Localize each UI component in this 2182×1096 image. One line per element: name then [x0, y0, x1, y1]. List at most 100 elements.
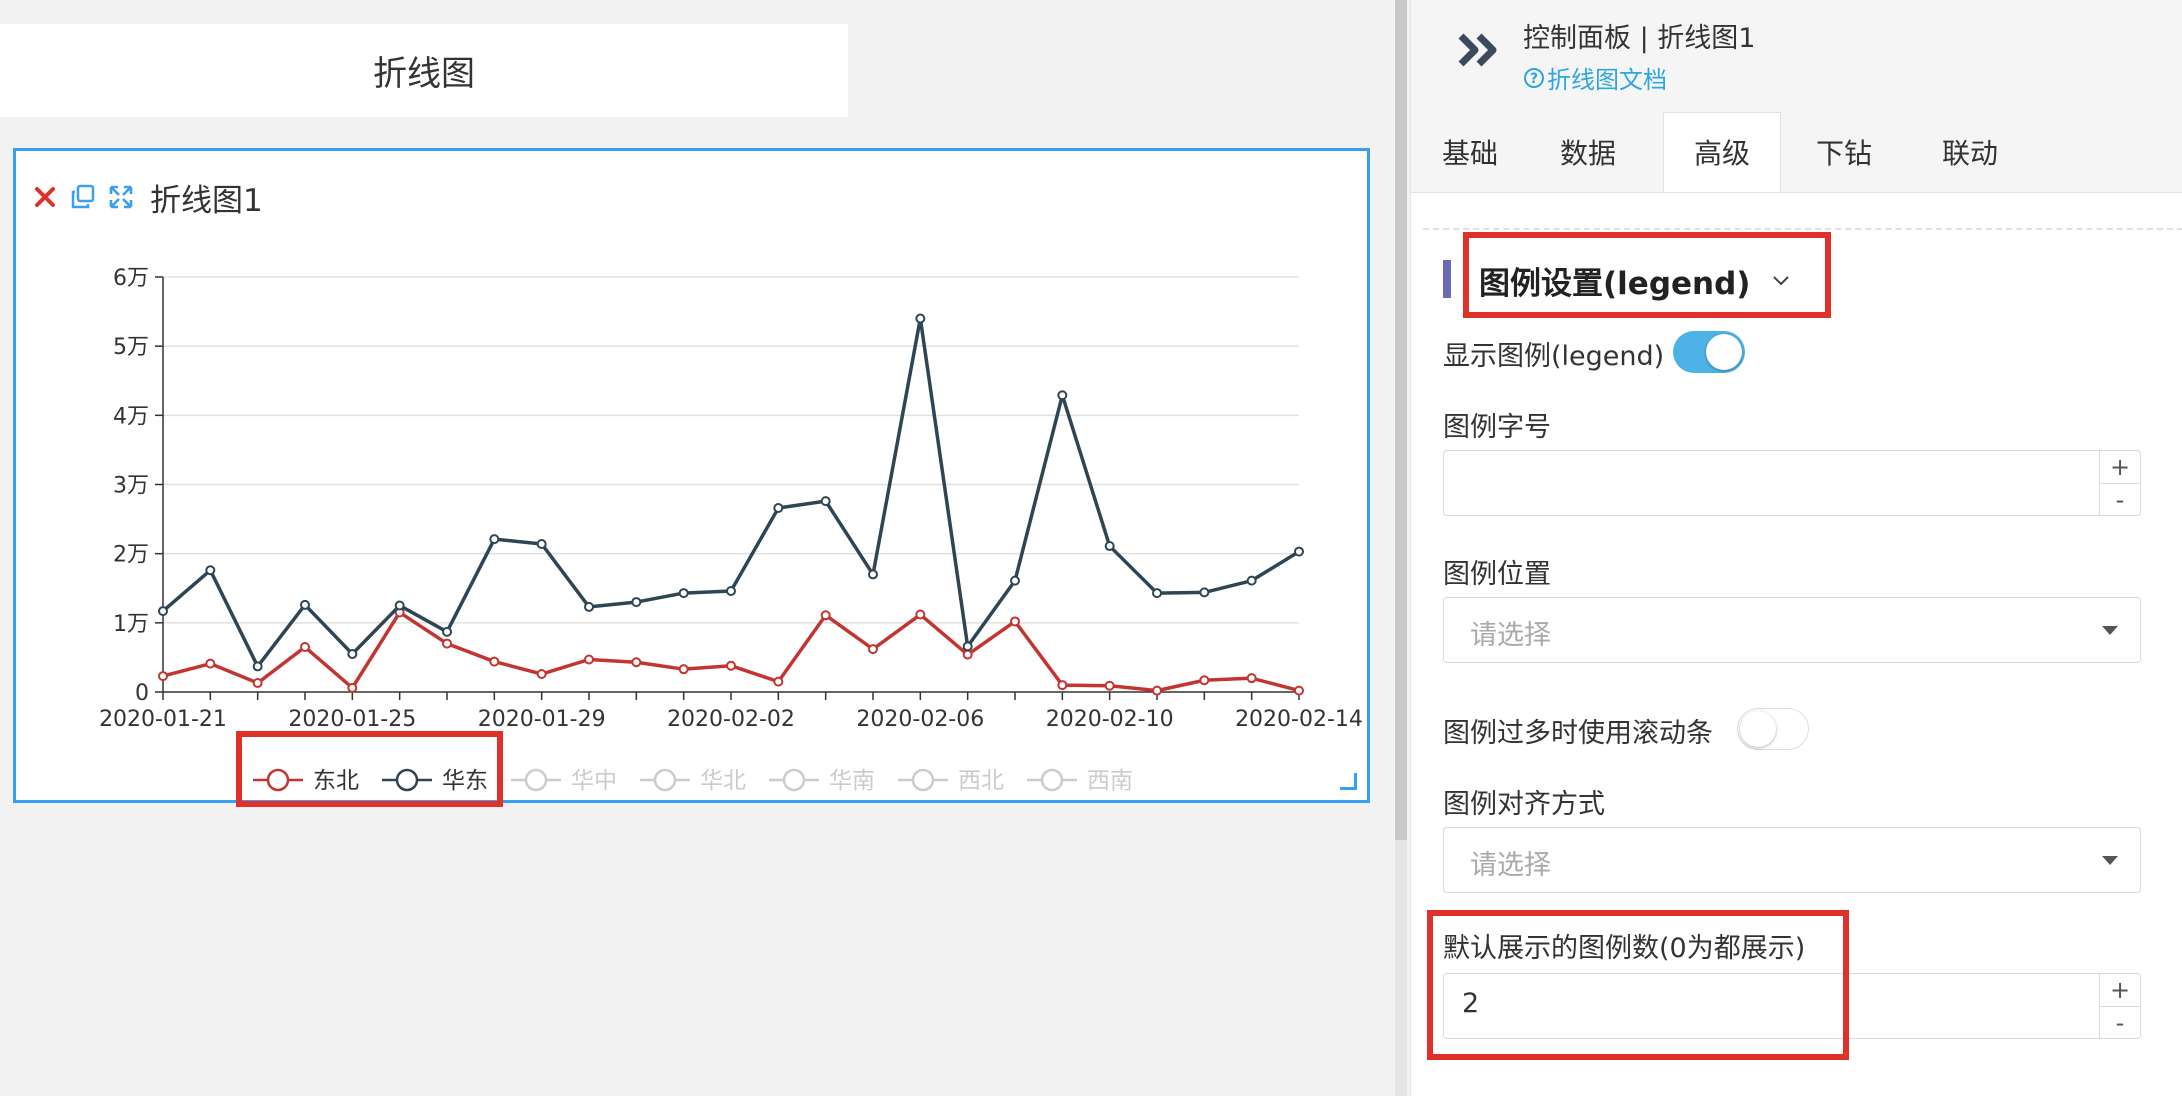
chart-panel[interactable]: 0 1万 2万 3万 4万 5万 6万 2020-01-21 2020-01-25 2020-01…: [13, 148, 1370, 803]
stepper-controls: + -: [2099, 974, 2140, 1038]
data-point: [962, 641, 973, 652]
tab-label: 高级: [1693, 137, 1750, 170]
title-card[interactable]: 折线图: [0, 24, 848, 117]
data-point: [773, 676, 784, 687]
data-point: [205, 565, 216, 576]
data-point: [1152, 588, 1162, 599]
default-count-value: 2: [1462, 988, 1480, 1019]
tab-label: 联动: [1941, 137, 1998, 170]
scroll-toggle[interactable]: [1737, 708, 1809, 750]
align-select[interactable]: 请选择: [1443, 827, 2141, 893]
default-count-stepper[interactable]: 2 + -: [1443, 973, 2141, 1039]
font-size-stepper[interactable]: + -: [1443, 450, 2141, 516]
decrement-button[interactable]: -: [2100, 1006, 2140, 1039]
panel-title: 控制面板 | 折线图1: [1523, 23, 1756, 54]
x-tick-label: 2020-01-29: [478, 707, 606, 732]
data-point: [584, 654, 594, 665]
toggle-knob: [1706, 334, 1742, 370]
section-title-text: 图例设置(legend): [1479, 266, 1751, 302]
y-tick-label: 0: [135, 681, 149, 706]
doc-link-label: 折线图文档: [1547, 66, 1667, 94]
default-count-label: 默认展示的图例数(0为都展示): [1443, 933, 1806, 964]
legend-marker: [395, 768, 419, 792]
decrement-button[interactable]: -: [2100, 483, 2140, 516]
tab-basic[interactable]: 基础: [1411, 112, 1529, 192]
scrollbar-track[interactable]: [1395, 840, 1407, 1096]
doc-link[interactable]: ? 折线图文档: [1523, 60, 1667, 95]
data-point: [1104, 680, 1115, 691]
control-panel: 控制面板 | 折线图1 ? 折线图文档 基础 数据 高级 下钻 联动 图例设置(…: [1410, 0, 2182, 1096]
legend-marker: [1040, 768, 1064, 792]
data-point: [158, 671, 168, 682]
data-point: [820, 610, 831, 621]
scrollbar-thumb[interactable]: [1395, 0, 1407, 840]
data-point: [915, 313, 926, 324]
data-point: [631, 597, 642, 608]
data-point: [962, 649, 973, 660]
series-line-华东: [161, 316, 1300, 669]
data-point: [1057, 680, 1068, 691]
data-point: [1057, 390, 1068, 401]
increment-button[interactable]: +: [2100, 451, 2140, 483]
y-tick-label: 3万: [113, 474, 149, 499]
data-point: [1199, 675, 1210, 686]
data-point: [820, 496, 831, 507]
increment-button[interactable]: +: [2100, 974, 2140, 1006]
y-tick-label: 6万: [113, 266, 149, 291]
tab-advanced[interactable]: 高级: [1663, 112, 1781, 192]
data-point: [726, 586, 736, 597]
data-point: [1199, 587, 1210, 598]
tab-data[interactable]: 数据: [1529, 112, 1647, 192]
position-placeholder: 请选择: [1470, 620, 1551, 651]
data-point: [1010, 616, 1020, 627]
legend-label: 华南: [829, 768, 875, 794]
legend-marker: [782, 768, 806, 792]
tab-label: 下钻: [1815, 137, 1872, 170]
data-point: [347, 682, 358, 693]
data-point: [536, 538, 547, 549]
data-point: [868, 644, 878, 655]
y-tick-label: 5万: [113, 335, 149, 360]
data-point: [252, 661, 263, 672]
fullscreen-icon[interactable]: [104, 180, 138, 214]
legend-marker: [911, 768, 935, 792]
section-accent-bar: [1443, 260, 1451, 298]
toggle-knob: [1740, 711, 1776, 747]
x-tick-label: 2020-02-14: [1235, 707, 1363, 732]
legend-label: 华中: [571, 768, 617, 794]
data-point: [347, 648, 358, 659]
title-card-text: 折线图: [373, 54, 475, 94]
x-tick-label: 2020-02-10: [1046, 707, 1174, 732]
caret-down-icon: [2102, 856, 2118, 865]
data-point: [205, 658, 216, 669]
x-tick-label: 2020-02-06: [856, 707, 984, 732]
panel-header: 控制面板 | 折线图1 ? 折线图文档: [1411, 0, 2182, 112]
show-legend-toggle[interactable]: [1673, 331, 1745, 373]
copy-icon[interactable]: [66, 180, 100, 214]
chart-panel-title: 折线图1: [150, 182, 263, 219]
section-title[interactable]: 图例设置(legend): [1479, 258, 1792, 303]
data-point: [300, 642, 310, 653]
legend-marker: [524, 768, 548, 792]
x-tick-label: 2020-02-02: [667, 707, 795, 732]
delete-icon[interactable]: [28, 180, 62, 214]
tab-linkage[interactable]: 联动: [1907, 112, 2033, 192]
data-point: [489, 534, 500, 545]
data-point: [252, 678, 263, 689]
data-point: [915, 609, 926, 620]
data-point: [1152, 685, 1162, 696]
double-chevron-right-icon[interactable]: [1455, 30, 1503, 70]
position-select[interactable]: 请选择: [1443, 597, 2141, 663]
legend-label: 华东: [442, 768, 488, 794]
data-point: [1294, 685, 1304, 696]
data-point: [1104, 541, 1115, 552]
tab-drilldown[interactable]: 下钻: [1781, 112, 1907, 192]
y-tick-label: 1万: [113, 612, 149, 637]
caret-down-icon: [2102, 626, 2118, 635]
resize-handle[interactable]: [1340, 773, 1357, 790]
chevron-down-icon: [1773, 275, 1790, 285]
legend-marker: [653, 768, 677, 792]
data-point: [442, 626, 452, 637]
x-tick-label: 2020-01-25: [288, 707, 416, 732]
x-tick-label: 2020-01-21: [99, 707, 227, 732]
